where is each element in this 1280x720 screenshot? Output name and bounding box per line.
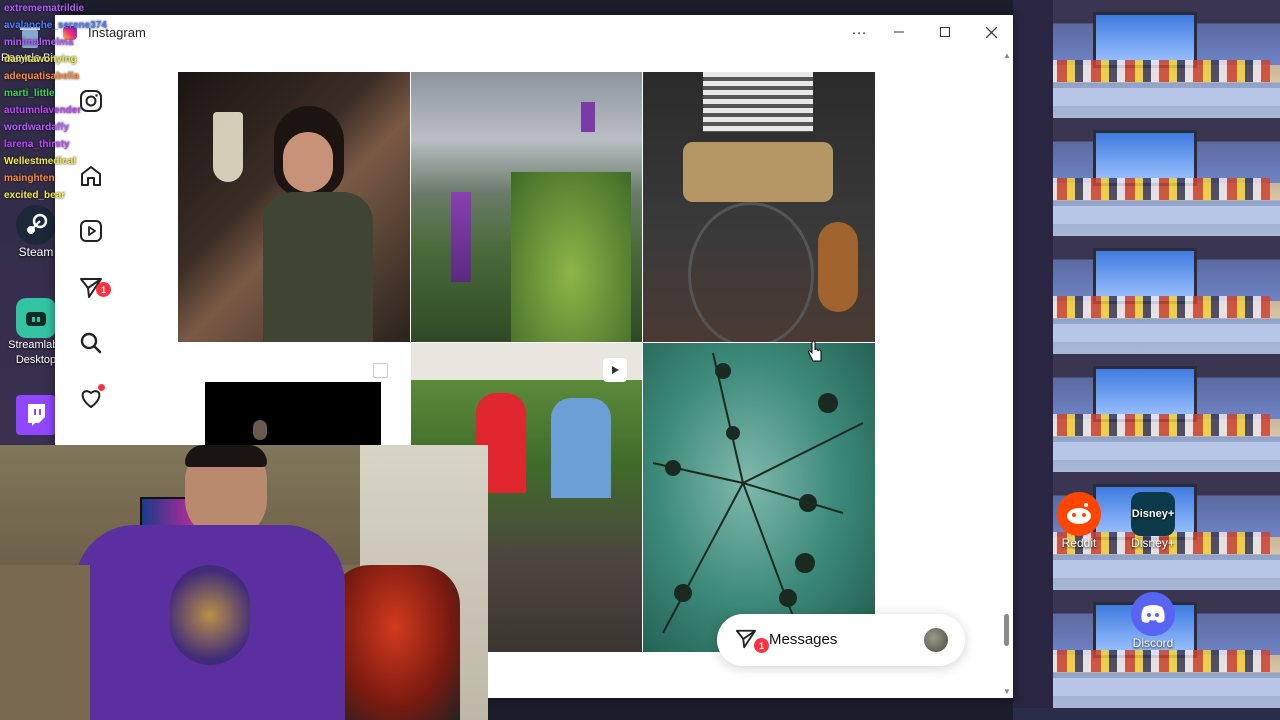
desktop-icon-label: Discord xyxy=(1132,636,1174,650)
multi-post-icon xyxy=(373,363,388,378)
post-thumbnail[interactable] xyxy=(643,343,875,652)
hand-cursor-icon xyxy=(808,341,822,362)
chat-message: Wellestmedical xyxy=(4,153,154,170)
post-thumbnail[interactable] xyxy=(411,72,642,342)
chat-message: autumnlavender xyxy=(4,102,154,119)
chat-message: avalanche_serene374 xyxy=(4,17,154,34)
chat-username: excited_bear xyxy=(4,190,66,201)
desktop-wallpaper: Reddit Disney+ Disney+ Discord xyxy=(1013,0,1280,720)
chat-username: mainghten xyxy=(4,173,55,184)
sidebar-item-notifications[interactable] xyxy=(77,384,105,412)
chat-message: mainghten xyxy=(4,170,154,187)
wallpaper-tile xyxy=(1013,354,1280,472)
chat-message: minimalmelma xyxy=(4,34,154,51)
maximize-icon xyxy=(940,27,950,37)
post-image-content xyxy=(652,352,864,644)
desktop-icon-reddit[interactable]: Reddit xyxy=(1043,492,1115,550)
chat-username: wordwardaffy xyxy=(4,122,70,133)
wallpaper-tile xyxy=(1013,236,1280,354)
messages-label: Messages xyxy=(769,631,838,648)
webcam-hair xyxy=(185,445,267,467)
scrollbar-thumb[interactable] xyxy=(1004,614,1009,646)
maximize-button[interactable] xyxy=(922,19,968,45)
disney-plus-icon: Disney+ xyxy=(1131,492,1175,536)
more-horizontal-icon: ··· xyxy=(851,23,867,41)
chat-username: extremematrildie xyxy=(4,3,85,14)
minimize-button[interactable] xyxy=(876,19,922,45)
webcam-shirt xyxy=(75,525,345,720)
scroll-down-arrow-icon[interactable]: ▼ xyxy=(1003,687,1011,696)
close-button[interactable] xyxy=(968,19,1014,45)
desktop-icon-disney[interactable]: Disney+ Disney+ xyxy=(1117,492,1189,550)
search-icon xyxy=(80,332,102,354)
reel-play-icon xyxy=(603,358,627,382)
scrollbar[interactable]: ▲ ▼ xyxy=(1000,49,1013,698)
webcam-overlay xyxy=(0,445,488,720)
post-image-content xyxy=(283,132,333,192)
wallpaper-tile xyxy=(1013,118,1280,236)
webcam-chair xyxy=(330,565,460,720)
post-image-content xyxy=(253,420,267,440)
sidebar-item-reels[interactable] xyxy=(77,217,105,245)
sidebar-item-search[interactable] xyxy=(77,329,105,357)
chat-username: autumnlavender xyxy=(4,105,82,116)
sidebar-item-messages[interactable]: 1 xyxy=(77,274,111,302)
post-image-content xyxy=(511,172,631,342)
post-image-content xyxy=(818,222,858,312)
chat-username: avalanche_serene374 xyxy=(4,20,107,31)
wallpaper-tile xyxy=(1013,0,1280,118)
chat-username: minimalmelma xyxy=(4,37,74,48)
chat-message: adequatisabella xyxy=(4,68,154,85)
desktop-icon-discord[interactable]: Discord xyxy=(1117,592,1189,650)
chat-username: Wellestmedical xyxy=(4,156,77,167)
chat-username: adequatisabella xyxy=(4,71,80,82)
notification-badge: 1 xyxy=(96,282,111,297)
post-image-content xyxy=(205,382,381,445)
post-thumbnail[interactable] xyxy=(178,343,410,445)
streamlabs-icon xyxy=(16,298,56,338)
avatar xyxy=(924,628,948,652)
twitch-icon[interactable] xyxy=(16,395,56,435)
post-image-content xyxy=(688,202,814,342)
post-thumbnail[interactable] xyxy=(178,72,410,342)
post-image-content xyxy=(263,192,373,342)
post-image-content xyxy=(703,72,813,132)
disney-logo-text: Disney+ xyxy=(1131,508,1175,520)
chat-message: marti_little xyxy=(4,85,154,102)
webcam-shirt-graphic xyxy=(170,565,250,665)
post-image-content xyxy=(451,192,471,282)
chat-message: larena_thirsty xyxy=(4,136,154,153)
notification-badge: 1 xyxy=(754,638,769,653)
desktop-icon-label: Steam xyxy=(18,245,54,259)
stream-chat-overlay: extremematrildie avalanche_serene374minim… xyxy=(4,0,154,204)
messages-pill-button[interactable]: 1 Messages xyxy=(717,614,965,666)
scroll-up-arrow-icon[interactable]: ▲ xyxy=(1003,51,1011,60)
chat-message: extremematrildie xyxy=(4,0,154,17)
chat-username: larena_thirsty xyxy=(4,139,70,150)
notification-dot xyxy=(98,384,105,391)
messages-pill-icon: 1 xyxy=(735,628,769,653)
discord-icon xyxy=(1131,592,1175,636)
webcam-wall xyxy=(0,565,90,720)
title-bar: Instagram ··· xyxy=(55,15,1013,49)
steam-icon xyxy=(16,205,56,245)
minimize-icon xyxy=(894,31,904,33)
chat-message: wordwardaffy xyxy=(4,119,154,136)
chat-message: damitawonying xyxy=(4,51,154,68)
post-image-content xyxy=(581,102,595,132)
post-image-content xyxy=(683,142,833,202)
desktop-icon-label: Reddit xyxy=(1061,536,1097,550)
close-icon xyxy=(985,26,997,38)
chat-username: marti_little xyxy=(4,88,55,99)
chat-message: excited_bear xyxy=(4,187,154,204)
post-thumbnail[interactable] xyxy=(643,72,875,342)
chat-username: damitawonying xyxy=(4,54,77,65)
reels-icon xyxy=(80,220,102,242)
reddit-icon xyxy=(1057,492,1101,536)
post-image-content xyxy=(551,398,611,498)
post-image-content xyxy=(213,112,243,182)
desktop-icon-label: Disney+ xyxy=(1131,536,1175,550)
